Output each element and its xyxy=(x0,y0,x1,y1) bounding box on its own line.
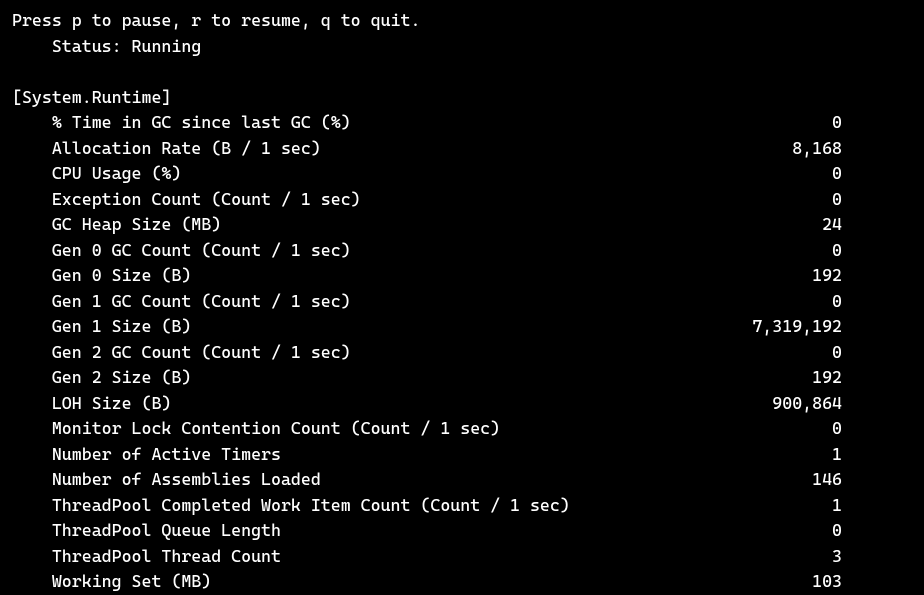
metric-label: ThreadPool Queue Length xyxy=(52,518,281,544)
metric-label: CPU Usage (%) xyxy=(52,161,182,187)
blank-line xyxy=(12,59,912,85)
metric-value: 8,168 xyxy=(321,136,912,162)
metric-label: Monitor Lock Contention Count (Count / 1… xyxy=(52,416,500,442)
metric-value: 1 xyxy=(570,493,912,519)
metric-value: 0 xyxy=(181,161,912,187)
metric-label: ThreadPool Completed Work Item Count (Co… xyxy=(52,493,570,519)
metric-row: Gen 1 GC Count (Count / 1 sec)0 xyxy=(12,289,912,315)
metric-row: LOH Size (B)900,864 xyxy=(12,391,912,417)
metric-value: 146 xyxy=(321,467,912,493)
metric-label: Number of Active Timers xyxy=(52,442,281,468)
metric-label: Exception Count (Count / 1 sec) xyxy=(52,187,361,213)
metric-row: ThreadPool Completed Work Item Count (Co… xyxy=(12,493,912,519)
metric-row: Exception Count (Count / 1 sec)0 xyxy=(12,187,912,213)
metric-value: 0 xyxy=(351,340,912,366)
metric-value: 24 xyxy=(221,212,912,238)
metric-label: Allocation Rate (B / 1 sec) xyxy=(52,136,321,162)
metric-row: Allocation Rate (B / 1 sec)8,168 xyxy=(12,136,912,162)
metric-value: 0 xyxy=(351,289,912,315)
metric-value: 192 xyxy=(191,263,912,289)
metric-label: Gen 2 GC Count (Count / 1 sec) xyxy=(52,340,351,366)
metric-label: Number of Assemblies Loaded xyxy=(52,467,321,493)
metric-value: 0 xyxy=(500,416,912,442)
metric-row: Number of Active Timers1 xyxy=(12,442,912,468)
metric-label: Gen 1 GC Count (Count / 1 sec) xyxy=(52,289,351,315)
metric-value: 192 xyxy=(191,365,912,391)
metric-row: Gen 2 Size (B)192 xyxy=(12,365,912,391)
metric-label: % Time in GC since last GC (%) xyxy=(52,110,351,136)
metric-label: Gen 2 Size (B) xyxy=(52,365,191,391)
metric-row: Gen 1 Size (B)7,319,192 xyxy=(12,314,912,340)
metric-value: 1 xyxy=(281,442,912,468)
metric-row: Working Set (MB)103 xyxy=(12,569,912,595)
metric-label: Gen 0 GC Count (Count / 1 sec) xyxy=(52,238,351,264)
metric-value: 0 xyxy=(351,238,912,264)
metric-row: ThreadPool Thread Count3 xyxy=(12,544,912,570)
metric-label: LOH Size (B) xyxy=(52,391,172,417)
metric-row: Gen 2 GC Count (Count / 1 sec)0 xyxy=(12,340,912,366)
metric-row: CPU Usage (%)0 xyxy=(12,161,912,187)
status-line: Status: Running xyxy=(12,34,912,60)
metrics-container: % Time in GC since last GC (%)0Allocatio… xyxy=(12,110,912,595)
section-header: [System.Runtime] xyxy=(12,85,912,111)
metric-value: 3 xyxy=(281,544,912,570)
metric-row: GC Heap Size (MB)24 xyxy=(12,212,912,238)
metric-label: Gen 0 Size (B) xyxy=(52,263,191,289)
metric-row: Gen 0 Size (B)192 xyxy=(12,263,912,289)
metric-value: 0 xyxy=(361,187,912,213)
metric-value: 0 xyxy=(351,110,912,136)
metric-row: % Time in GC since last GC (%)0 xyxy=(12,110,912,136)
metric-row: Gen 0 GC Count (Count / 1 sec)0 xyxy=(12,238,912,264)
metric-value: 7,319,192 xyxy=(191,314,912,340)
metric-value: 900,864 xyxy=(171,391,912,417)
metric-label: Working Set (MB) xyxy=(52,569,211,595)
status-label: Status: xyxy=(52,36,122,56)
status-value: Running xyxy=(132,36,202,56)
metric-label: Gen 1 Size (B) xyxy=(52,314,191,340)
instructions-line: Press p to pause, r to resume, q to quit… xyxy=(12,8,912,34)
metric-label: GC Heap Size (MB) xyxy=(52,212,221,238)
metric-row: Monitor Lock Contention Count (Count / 1… xyxy=(12,416,912,442)
metric-value: 103 xyxy=(211,569,912,595)
metric-value: 0 xyxy=(281,518,912,544)
metric-row: Number of Assemblies Loaded146 xyxy=(12,467,912,493)
metric-row: ThreadPool Queue Length0 xyxy=(12,518,912,544)
metric-label: ThreadPool Thread Count xyxy=(52,544,281,570)
